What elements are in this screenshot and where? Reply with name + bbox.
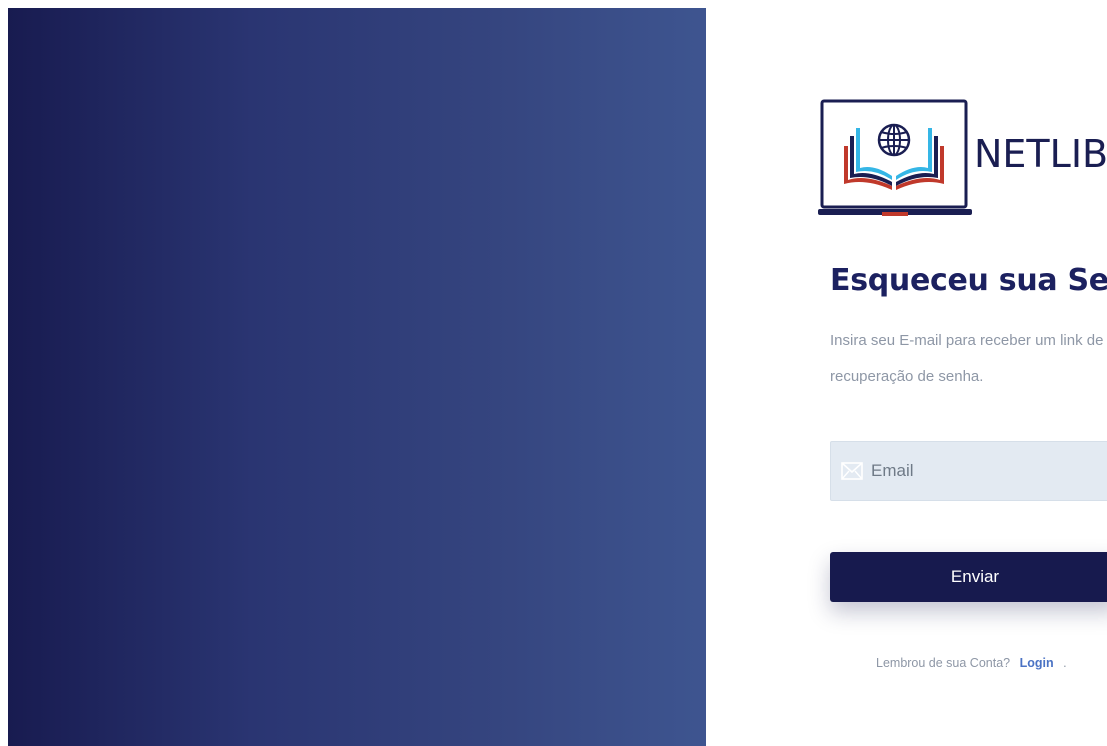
email-field[interactable] (830, 441, 1107, 501)
submit-button[interactable]: Enviar (830, 552, 1107, 602)
gradient-hero-panel (8, 8, 706, 746)
brand-name: NETLIB (974, 132, 1107, 176)
instructions-line-1: Insira seu E-mail para receber um link d… (830, 332, 1104, 349)
login-link[interactable]: Login (1020, 656, 1054, 670)
instructions-line-2: recuperação de senha. (830, 368, 984, 385)
forgot-password-page: NETLIB Esqueceu sua Senha? Insira seu E-… (0, 0, 1107, 746)
login-prompt: Lembrou de sua Conta? Login . (876, 656, 1067, 670)
login-prompt-text: Lembrou de sua Conta? (876, 656, 1011, 670)
envelope-icon (841, 462, 863, 480)
instructions-text: Insira seu E-mail para receber um link d… (830, 323, 1107, 395)
email-input[interactable] (871, 442, 1107, 500)
login-prompt-trailing: . (1063, 656, 1067, 670)
page-title: Esqueceu sua Senha? (830, 263, 1107, 298)
